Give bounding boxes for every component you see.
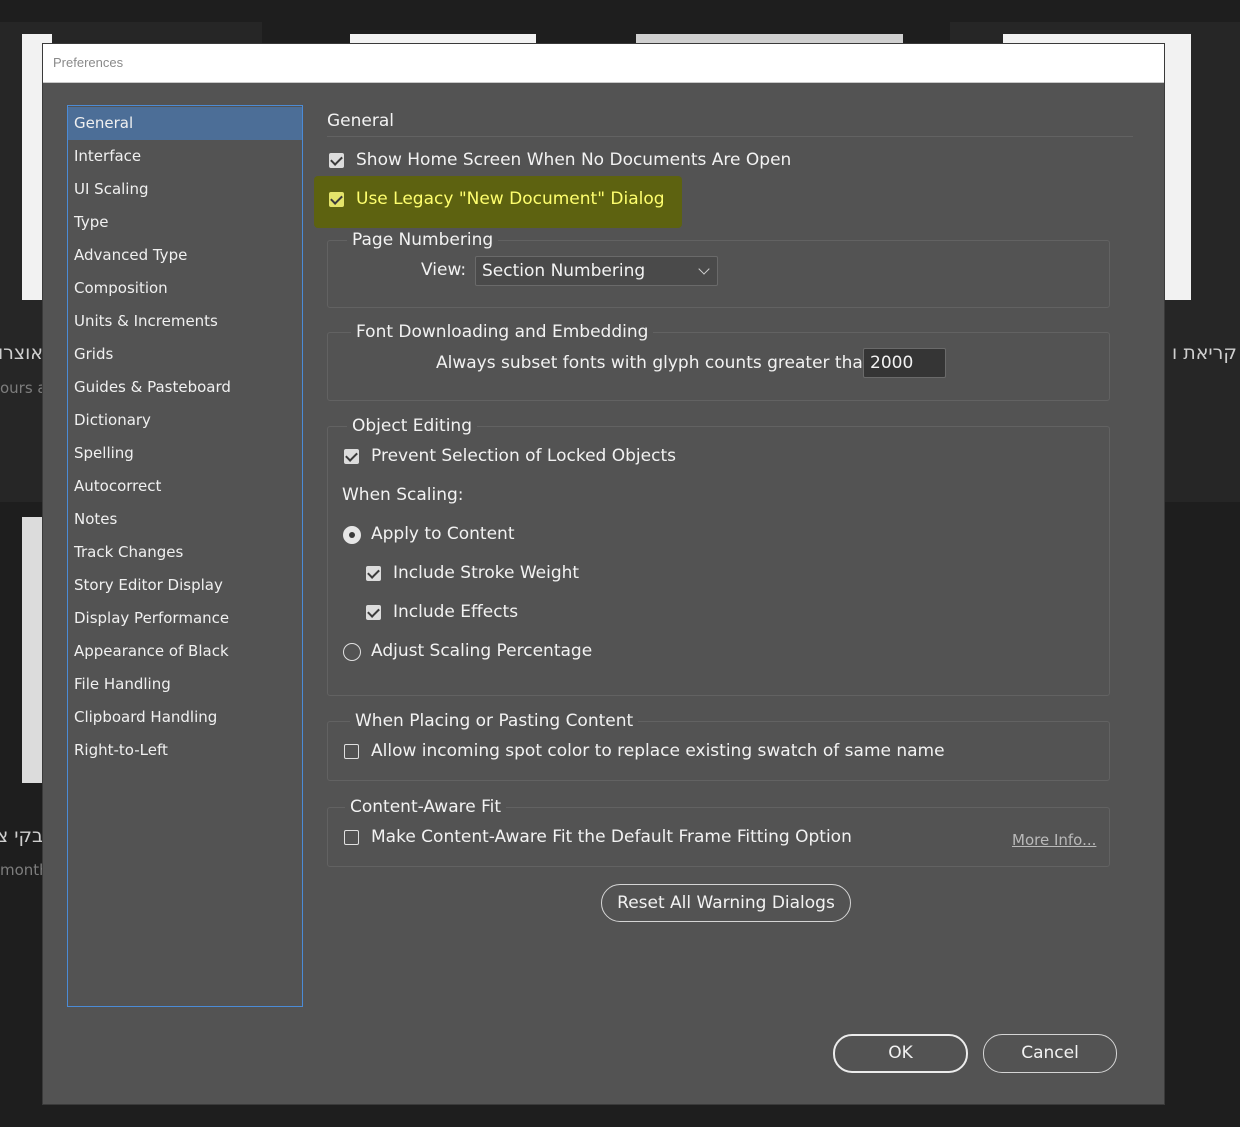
view-label: View: <box>421 260 467 280</box>
sidebar-item-general[interactable]: General <box>68 107 302 140</box>
glyph-count-input[interactable]: 2000 <box>863 348 946 378</box>
more-info-link[interactable]: More Info... <box>1012 831 1096 849</box>
use-legacy-dialog-label: Use Legacy "New Document" Dialog <box>356 189 665 209</box>
window-title: Preferences <box>53 55 124 70</box>
sidebar-item-display-performance[interactable]: Display Performance <box>68 602 302 635</box>
sidebar-item-appearance-of-black[interactable]: Appearance of Black <box>68 635 302 668</box>
divider <box>327 136 1133 137</box>
reset-warning-dialogs-button[interactable]: Reset All Warning Dialogs <box>601 884 851 922</box>
background-thumbnail <box>1164 34 1191 300</box>
sidebar-item-file-handling[interactable]: File Handling <box>68 668 302 701</box>
background-thumbnail <box>350 34 536 44</box>
apply-to-content-label: Apply to Content <box>371 524 515 544</box>
preferences-dialog: Preferences General Interface UI Scaling Ty… <box>43 44 1164 1104</box>
include-effects-label: Include Effects <box>393 602 519 622</box>
title-bar[interactable]: Preferences <box>43 44 1164 83</box>
sidebar-item-right-to-left[interactable]: Right-to-Left <box>68 734 302 767</box>
preferences-sidebar: General Interface UI Scaling Type Advanced T… <box>67 105 303 1007</box>
sidebar-item-composition[interactable]: Composition <box>68 272 302 305</box>
sidebar-item-interface[interactable]: Interface <box>68 140 302 173</box>
include-stroke-weight-checkbox[interactable] <box>366 566 381 581</box>
adjust-scaling-radio[interactable] <box>343 643 361 661</box>
apply-to-content-radio[interactable] <box>343 526 361 544</box>
ok-button[interactable]: OK <box>833 1034 968 1073</box>
sidebar-item-type[interactable]: Type <box>68 206 302 239</box>
sidebar-item-dictionary[interactable]: Dictionary <box>68 404 302 437</box>
object-editing-label: Object Editing <box>347 416 477 436</box>
subset-fonts-label: Always subset fonts with glyph counts gr… <box>436 353 880 373</box>
allow-spot-color-checkbox[interactable] <box>344 744 359 759</box>
background-subtitle: month <box>0 861 43 879</box>
adjust-scaling-label: Adjust Scaling Percentage <box>371 641 593 661</box>
sidebar-item-spelling[interactable]: Spelling <box>68 437 302 470</box>
prevent-selection-checkbox[interactable] <box>344 449 359 464</box>
when-scaling-label: When Scaling: <box>342 485 464 505</box>
sidebar-item-notes[interactable]: Notes <box>68 503 302 536</box>
background-title: אוצרו <box>0 342 43 364</box>
sidebar-item-guides-and-pasteboard[interactable]: Guides & Pasteboard <box>68 371 302 404</box>
font-downloading-label: Font Downloading and Embedding <box>351 322 654 342</box>
content-aware-fit-label: Content-Aware Fit <box>345 797 507 817</box>
sidebar-item-grids[interactable]: Grids <box>68 338 302 371</box>
page-numbering-view-select[interactable]: Section Numbering <box>475 256 718 286</box>
content-aware-default-checkbox[interactable] <box>344 830 359 845</box>
background-title: בקי צ <box>0 825 43 847</box>
sidebar-item-track-changes[interactable]: Track Changes <box>68 536 302 569</box>
section-title: General <box>327 111 394 131</box>
include-effects-checkbox[interactable] <box>366 605 381 620</box>
prevent-selection-label: Prevent Selection of Locked Objects <box>371 446 676 466</box>
select-value: Section Numbering <box>482 261 646 281</box>
background-title: קריאת ו <box>1172 342 1237 364</box>
sidebar-item-clipboard-handling[interactable]: Clipboard Handling <box>68 701 302 734</box>
chevron-down-icon <box>698 263 710 275</box>
sidebar-item-advanced-type[interactable]: Advanced Type <box>68 239 302 272</box>
show-home-screen-label: Show Home Screen When No Documents Are O… <box>356 150 792 170</box>
sidebar-item-units-and-increments[interactable]: Units & Increments <box>68 305 302 338</box>
include-stroke-weight-label: Include Stroke Weight <box>393 563 580 583</box>
placing-pasting-label: When Placing or Pasting Content <box>350 711 639 731</box>
sidebar-item-autocorrect[interactable]: Autocorrect <box>68 470 302 503</box>
sidebar-item-story-editor-display[interactable]: Story Editor Display <box>68 569 302 602</box>
background-thumbnail <box>1003 34 1191 44</box>
use-legacy-dialog-checkbox[interactable] <box>329 192 344 207</box>
cancel-button[interactable]: Cancel <box>983 1034 1117 1073</box>
background-thumbnail <box>636 34 903 44</box>
background-subtitle: ours ag <box>0 379 43 397</box>
sidebar-item-ui-scaling[interactable]: UI Scaling <box>68 173 302 206</box>
show-home-screen-checkbox[interactable] <box>329 153 344 168</box>
allow-spot-color-label: Allow incoming spot color to replace exi… <box>371 741 945 761</box>
page-numbering-label: Page Numbering <box>347 230 499 250</box>
content-aware-default-label: Make Content-Aware Fit the Default Frame… <box>371 827 852 847</box>
